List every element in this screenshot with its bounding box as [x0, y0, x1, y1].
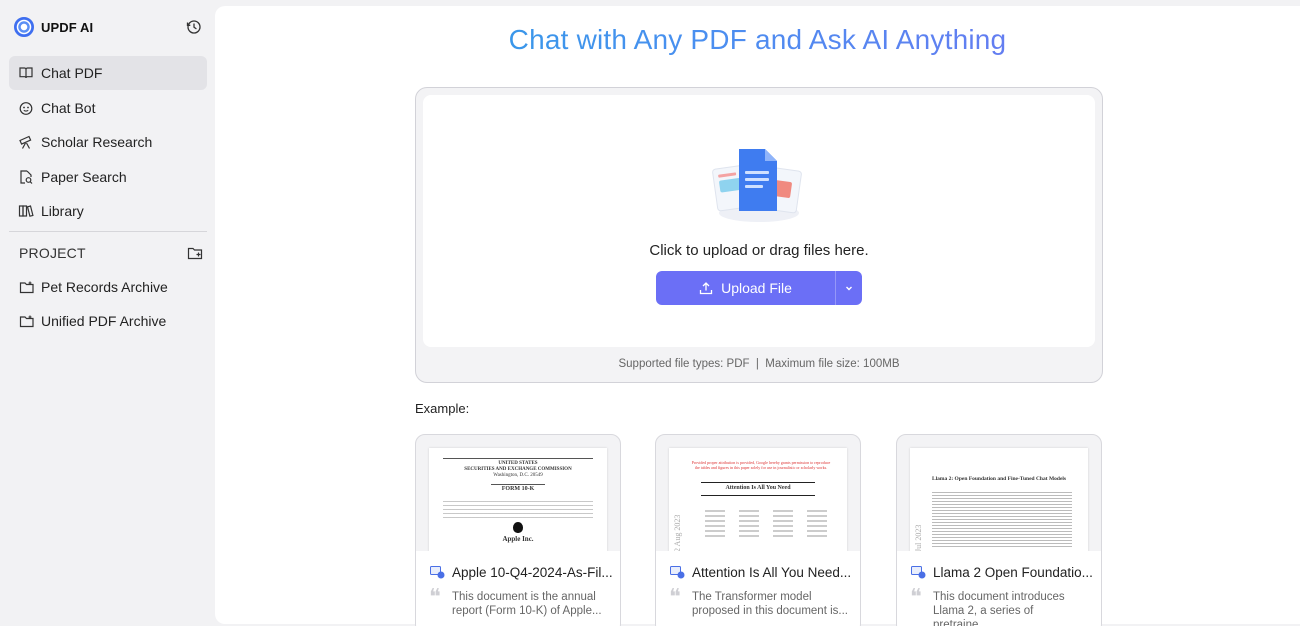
sidebar: UPDF AI Chat PDF Chat Bot Scholar Resear… [0, 0, 214, 626]
card-title: Llama 2 Open Foundatio... [911, 565, 1095, 580]
card-title-text: Llama 2 Open Foundatio... [933, 565, 1093, 580]
thumb-form: FORM 10-K [501, 486, 535, 492]
chevron-down-icon [846, 286, 852, 291]
sidebar-item-label: Paper Search [41, 168, 127, 185]
thumb-authors [932, 490, 1072, 548]
example-label: Example: [415, 401, 470, 416]
thumb-company: Apple Inc. [502, 535, 534, 543]
main-panel: Chat with Any PDF and Ask AI Anything Cl… [215, 6, 1300, 626]
sidebar-item-label: Library [41, 203, 84, 219]
card-description: The Transformer model proposed in this d… [692, 591, 848, 617]
folder-icon [19, 280, 35, 295]
thumb-side-date: Jul 2023 [914, 524, 923, 552]
card-body: Llama 2 Open Foundatio... ❝ This documen… [897, 551, 1101, 626]
upload-dropzone[interactable]: Click to upload or drag files here. Uplo… [415, 87, 1103, 383]
project-item-label: Unified PDF Archive [41, 313, 167, 329]
sidebar-nav: Chat PDF Chat Bot Scholar Research Paper… [9, 56, 207, 229]
card-body: Attention Is All You Need... ❝ The Trans… [656, 551, 860, 626]
updf-logo-icon [14, 17, 34, 37]
upload-hint: Click to upload or drag files here. [649, 242, 869, 259]
new-folder-icon[interactable] [187, 246, 203, 261]
example-card-llama[interactable]: Llama 2: Open Foundation and Fine-Tuned … [896, 434, 1102, 626]
folder-icon [19, 314, 35, 329]
sidebar-item-label: Chat PDF [41, 65, 103, 81]
supported-file-info: Supported file types: PDF | Maximum file… [618, 358, 900, 370]
card-thumbnail: UNITED STATES SECURITIES AND EXCHANGE CO… [429, 448, 607, 552]
doc-search-icon [18, 169, 34, 185]
pdf-ai-icon [911, 566, 926, 579]
thumb-rule [443, 458, 593, 459]
project-item[interactable]: Pet Records Archive [9, 270, 207, 304]
upload-file-button[interactable]: Upload File [656, 271, 835, 305]
example-cards: UNITED STATES SECURITIES AND EXCHANGE CO… [415, 434, 1103, 626]
upload-inner[interactable]: Click to upload or drag files here. Uplo… [423, 95, 1095, 347]
thumb-heading: Llama 2: Open Foundation and Fine-Tuned … [931, 476, 1067, 482]
history-clock-icon [186, 19, 201, 34]
sidebar-item-scholar-research[interactable]: Scholar Research [9, 125, 207, 159]
brand[interactable]: UPDF AI [14, 16, 93, 38]
thumb-line: Washington, D.C. 20549 [493, 473, 543, 478]
card-body: Apple 10-Q4-2024-As-Fil... ❝ This docume… [416, 551, 620, 626]
apple-logo-icon [513, 522, 523, 533]
card-thumbnail: Llama 2: Open Foundation and Fine-Tuned … [910, 448, 1088, 552]
thumb-rule [701, 495, 815, 496]
card-title-text: Attention Is All You Need... [692, 565, 852, 580]
project-label: PROJECT [19, 245, 86, 261]
thumb-note: Provided proper attribution is provided,… [691, 460, 831, 470]
quote-icon: ❝ [910, 585, 922, 610]
card-description: This document is the annual report (Form… [452, 591, 602, 617]
upload-options-dropdown[interactable] [836, 271, 862, 305]
sidebar-item-chat-pdf[interactable]: Chat PDF [9, 56, 207, 90]
book-icon [18, 65, 34, 81]
card-title: Apple 10-Q4-2024-As-Fil... [430, 565, 614, 580]
thumb-heading: Attention Is All You Need [725, 485, 791, 491]
sidebar-item-label: Chat Bot [41, 99, 96, 116]
brand-name: UPDF AI [41, 19, 94, 35]
thumb-authors [699, 510, 829, 540]
project-item[interactable]: Unified PDF Archive [9, 304, 207, 338]
thumb-side-date: 2 Aug 2023 [673, 514, 682, 552]
quote-icon: ❝ [429, 585, 441, 610]
upload-icon [699, 282, 713, 295]
sidebar-item-label: Scholar Research [41, 134, 153, 150]
sidebar-item-library[interactable]: Library [9, 194, 207, 228]
example-card-attention[interactable]: Provided proper attribution is provided,… [655, 434, 861, 626]
library-icon [18, 203, 34, 219]
project-header: PROJECT [19, 244, 203, 262]
card-description: This document introduces Llama 2, a seri… [933, 591, 1065, 626]
card-title: Attention Is All You Need... [670, 565, 854, 580]
sidebar-divider [9, 231, 207, 232]
bot-face-icon [18, 100, 34, 116]
pdf-ai-icon [430, 566, 445, 579]
sidebar-item-paper-search[interactable]: Paper Search [9, 160, 207, 194]
card-title-text: Apple 10-Q4-2024-As-Fil... [452, 565, 613, 580]
project-list: Pet Records Archive Unified PDF Archive [9, 270, 207, 338]
upload-file-button-group: Upload File [656, 271, 862, 305]
project-item-label: Pet Records Archive [41, 279, 168, 295]
page-title: Chat with Any PDF and Ask AI Anything [215, 24, 1300, 56]
history-button[interactable] [185, 18, 202, 35]
thumb-rule [491, 484, 545, 485]
upload-file-label: Upload File [721, 280, 792, 296]
card-thumbnail: Provided proper attribution is provided,… [669, 448, 847, 552]
quote-icon: ❝ [669, 585, 681, 610]
thumb-rule [701, 482, 815, 483]
example-card-apple[interactable]: UNITED STATES SECURITIES AND EXCHANGE CO… [415, 434, 621, 626]
thumb-lines [443, 498, 593, 520]
sidebar-item-chat-bot[interactable]: Chat Bot [9, 91, 207, 125]
documents-illustration-icon [712, 149, 802, 222]
telescope-icon [18, 134, 34, 150]
pdf-ai-icon [670, 566, 685, 579]
